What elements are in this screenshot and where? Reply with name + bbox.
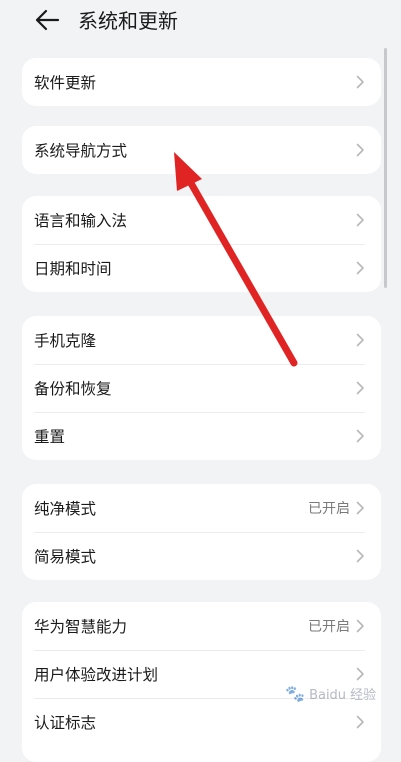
chevron-right-icon [356, 549, 364, 563]
settings-item-label: 用户体验改进计划 [34, 666, 159, 684]
settings-item-label: 系统导航方式 [34, 142, 128, 160]
settings-item-reset[interactable]: 重置 [34, 412, 365, 460]
page-title: 系统和更新 [78, 9, 178, 33]
chevron-right-icon [356, 75, 364, 89]
settings-item-label: 手机克隆 [34, 332, 97, 350]
settings-group-backup: 手机克隆 备份和恢复 重置 [22, 316, 381, 460]
chevron-right-icon [356, 619, 364, 633]
settings-item-huawei-assistant[interactable]: 华为智慧能力 已开启 [34, 602, 365, 650]
settings-item-label: 重置 [34, 428, 66, 446]
settings-item-label: 华为智慧能力 [34, 618, 128, 636]
baidu-watermark: 🐾 Baidu 经验 [285, 684, 376, 703]
top-app-bar: 系统和更新 [0, 0, 401, 44]
chevron-right-icon [356, 333, 364, 347]
chevron-right-icon [356, 143, 364, 157]
settings-group-language-date: 语言和输入法 日期和时间 [22, 196, 381, 292]
settings-item-pure-mode[interactable]: 纯净模式 已开启 [34, 484, 365, 532]
settings-group-modes: 纯净模式 已开启 简易模式 [22, 484, 381, 580]
settings-item-label: 备份和恢复 [34, 380, 112, 398]
chevron-right-icon [356, 429, 364, 443]
settings-item-simple-mode[interactable]: 简易模式 [34, 532, 365, 580]
status-value: 已开启 [308, 501, 350, 517]
settings-item-language-input[interactable]: 语言和输入法 [34, 196, 365, 244]
settings-item-date-time[interactable]: 日期和时间 [34, 244, 365, 292]
back-arrow-icon[interactable] [34, 8, 60, 32]
chevron-right-icon [356, 213, 364, 227]
chevron-right-icon [356, 261, 364, 275]
chevron-right-icon [356, 501, 364, 515]
chevron-right-icon [356, 667, 364, 681]
settings-item-phone-clone[interactable]: 手机克隆 [34, 316, 365, 364]
scrollbar[interactable] [384, 48, 387, 288]
paw-logo-icon: 🐾 [285, 684, 305, 703]
settings-item-software-update[interactable]: 软件更新 [34, 58, 365, 106]
settings-item-label: 语言和输入法 [34, 212, 128, 230]
settings-item-system-navigation[interactable]: 系统导航方式 [34, 126, 365, 174]
settings-group-huawei: 华为智慧能力 已开启 用户体验改进计划 认证标志 [22, 602, 381, 762]
settings-item-label: 简易模式 [34, 548, 97, 566]
settings-item-label: 纯净模式 [34, 500, 97, 518]
settings-group-update: 软件更新 [22, 58, 381, 106]
settings-item-backup-restore[interactable]: 备份和恢复 [34, 364, 365, 412]
settings-group-navigation: 系统导航方式 [22, 126, 381, 174]
settings-item-label: 软件更新 [34, 74, 97, 92]
watermark-text: Baidu 经验 [309, 688, 377, 703]
settings-item-certification[interactable]: 认证标志 [34, 698, 365, 746]
chevron-right-icon [356, 381, 364, 395]
chevron-right-icon [356, 715, 364, 729]
settings-item-label: 认证标志 [34, 714, 97, 732]
settings-item-label: 日期和时间 [34, 260, 112, 278]
status-value: 已开启 [308, 619, 350, 635]
